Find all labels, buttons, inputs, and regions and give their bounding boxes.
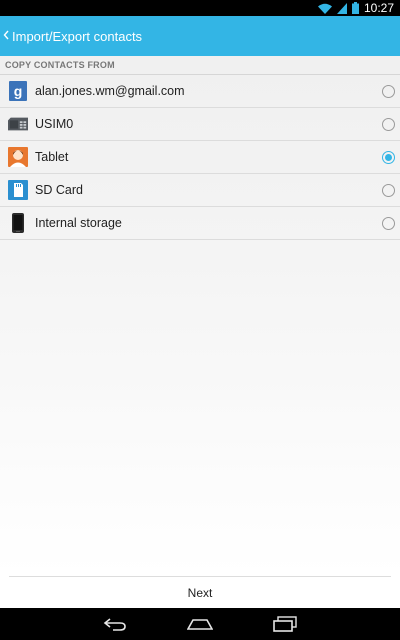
home-icon[interactable] <box>170 608 230 640</box>
source-row-internal-storage[interactable]: Internal storage <box>0 207 400 240</box>
next-button[interactable]: Next <box>0 577 400 608</box>
source-label: SD Card <box>35 183 83 197</box>
radio-button[interactable] <box>382 184 395 197</box>
status-bar: 10:27 <box>0 0 400 16</box>
radio-button[interactable] <box>382 217 395 230</box>
action-bar[interactable]: Import/Export contacts <box>0 16 400 56</box>
source-label: USIM0 <box>35 117 74 131</box>
phone-storage-icon <box>8 213 28 233</box>
source-label: alan.jones.wm@gmail.com <box>35 84 185 98</box>
battery-icon <box>351 2 359 14</box>
sd-card-icon <box>8 180 28 200</box>
section-header: COPY CONTACTS FROM <box>0 56 400 75</box>
recents-icon[interactable] <box>255 608 315 640</box>
tablet-contact-icon <box>8 147 28 167</box>
source-label: Tablet <box>35 150 69 164</box>
source-row-google-account[interactable]: g alan.jones.wm@gmail.com <box>0 75 400 108</box>
radio-button[interactable] <box>382 118 395 131</box>
radio-button[interactable] <box>382 85 395 98</box>
radio-button-selected[interactable] <box>382 151 395 164</box>
status-time: 10:27 <box>363 1 394 15</box>
sim-card-icon <box>8 114 28 134</box>
chevron-left-icon[interactable] <box>3 16 11 56</box>
back-icon[interactable] <box>85 608 145 640</box>
page-title[interactable]: Import/Export contacts <box>12 29 142 44</box>
google-account-icon: g <box>8 81 28 101</box>
content-area: COPY CONTACTS FROM g alan.jones.wm@gmail… <box>0 56 400 576</box>
button-bar: Next <box>0 576 400 608</box>
svg-text:g: g <box>14 83 23 99</box>
source-label: Internal storage <box>35 216 122 230</box>
signal-icon <box>336 2 347 14</box>
wifi-icon <box>317 3 332 14</box>
navigation-bar <box>0 608 400 640</box>
source-row-usim0[interactable]: USIM0 <box>0 108 400 141</box>
source-row-sd-card[interactable]: SD Card <box>0 174 400 207</box>
source-row-tablet[interactable]: Tablet <box>0 141 400 174</box>
